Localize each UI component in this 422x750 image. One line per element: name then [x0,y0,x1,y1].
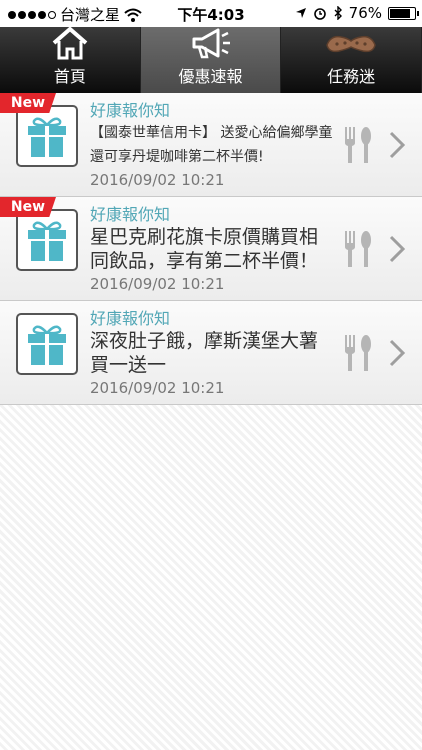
deals-list: New 好康報你知 【國泰世華信用卡】 送愛心給偏鄉學童 還可享丹堤咖啡第二杯半… [0,93,422,405]
gift-icon-frame [16,209,78,271]
item-text: 【國泰世華信用卡】 送愛心給偏鄉學童 還可享丹堤咖啡第二杯半價! [90,125,333,165]
fork-knife-icon [345,127,371,163]
gift-icon [28,325,66,365]
item-source: 好康報你知 [90,309,171,328]
new-badge: New [0,93,56,113]
tab-bar: 首頁 優惠速報 任務迷 [0,27,422,93]
item-date: 2016/09/02 10:21 [90,379,225,397]
tab-missions[interactable]: 任務迷 [281,27,422,93]
gift-icon-frame [16,105,78,167]
empty-area [0,405,422,750]
home-icon [52,27,88,60]
gift-icon-frame [16,313,78,375]
chevron-right-icon [389,235,406,263]
item-source: 好康報你知 [90,101,171,120]
tab-deals-label: 優惠速報 [178,67,243,86]
status-bar: 台灣之星 下午4:03 76% [0,0,422,27]
alarm-clock-icon [313,8,326,20]
tab-home-label: 首頁 [53,67,86,86]
location-arrow-icon [295,8,306,18]
gift-icon [28,221,66,261]
item-text: 深夜肚子餓，摩斯漢堡大薯買一送一 [90,330,319,376]
list-item[interactable]: 好康報你知 深夜肚子餓，摩斯漢堡大薯買一送一 2016/09/02 10:21 [0,301,422,405]
item-source: 好康報你知 [90,205,171,224]
megaphone-icon [192,28,230,59]
status-right: 76% [295,4,419,22]
new-badge: New [0,197,56,217]
list-item[interactable]: New 好康報你知 星巴克刷花旗卡原價購買相同飲品，享有第二杯半價！ 2016/… [0,197,422,301]
fork-knife-icon [345,335,371,371]
item-date: 2016/09/02 10:21 [90,275,225,293]
item-date: 2016/09/02 10:21 [90,171,225,189]
item-text: 星巴克刷花旗卡原價購買相同飲品，享有第二杯半價！ [90,226,319,272]
tab-home[interactable]: 首頁 [0,27,141,93]
bluetooth-icon [334,6,342,20]
list-item[interactable]: New 好康報你知 【國泰世華信用卡】 送愛心給偏鄉學童 還可享丹堤咖啡第二杯半… [0,93,422,197]
chevron-right-icon [389,339,406,367]
tab-missions-label: 任務迷 [327,67,376,86]
mustache-icon [326,35,376,53]
battery-percent: 76% [348,4,382,22]
battery-icon [388,6,419,20]
chevron-right-icon [389,131,406,159]
gift-icon [28,117,66,157]
fork-knife-icon [345,231,371,267]
tab-deals[interactable]: 優惠速報 [140,27,282,93]
